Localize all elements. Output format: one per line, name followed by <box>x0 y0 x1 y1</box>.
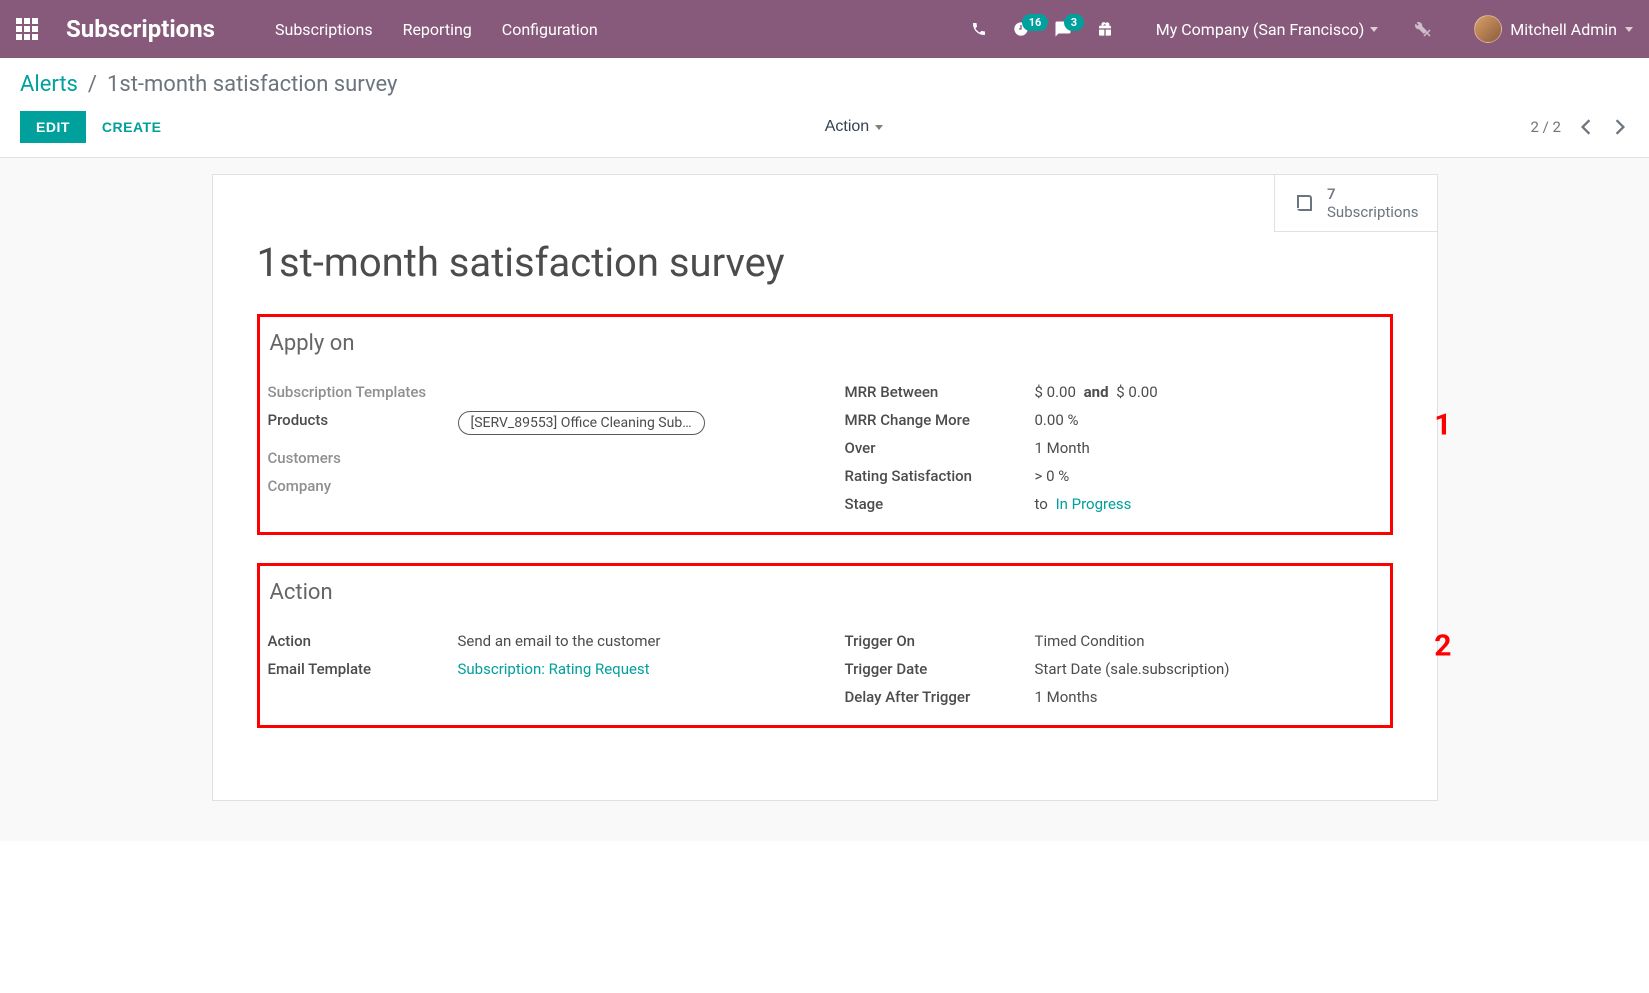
create-button[interactable]: CREATE <box>86 111 178 143</box>
label-over: Over <box>845 439 1035 457</box>
label-mrr-change-more: MRR Change More <box>845 411 1035 429</box>
value-trigger-on: Timed Condition <box>1035 632 1145 650</box>
label-action: Action <box>268 632 458 650</box>
value-trigger-date: Start Date (sale.subscription) <box>1035 660 1230 678</box>
label-rating-satisfaction: Rating Satisfaction <box>845 467 1035 485</box>
breadcrumb-current: 1st-month satisfaction survey <box>107 72 397 97</box>
breadcrumb-parent[interactable]: Alerts <box>20 72 78 97</box>
company-name: My Company (San Francisco) <box>1156 20 1365 39</box>
label-products: Products <box>268 411 458 429</box>
book-icon <box>1293 191 1317 215</box>
pager-previous[interactable] <box>1577 115 1595 139</box>
label-customers: Customers <box>268 449 458 467</box>
stat-count: 7 <box>1327 185 1418 203</box>
form-view-wrap: 7 Subscriptions 1st-month satisfaction s… <box>0 158 1649 841</box>
label-stage: Stage <box>845 495 1035 513</box>
gift-icon[interactable] <box>1096 20 1114 38</box>
section-title-action: Action <box>268 580 1382 605</box>
stat-subscriptions-button[interactable]: 7 Subscriptions <box>1274 175 1436 232</box>
debug-icon[interactable] <box>1414 20 1432 38</box>
pager-next[interactable] <box>1611 115 1629 139</box>
email-template-link[interactable]: Subscription: Rating Request <box>458 660 650 678</box>
label-company: Company <box>268 477 458 495</box>
main-menu: Subscriptions Reporting Configuration <box>275 20 598 39</box>
action-dropdown[interactable]: Action <box>825 118 883 136</box>
value-delay-after-trigger: 1 Months <box>1035 688 1098 706</box>
edit-button[interactable]: EDIT <box>20 111 86 143</box>
label-subscription-templates: Subscription Templates <box>268 383 458 401</box>
label-email-template: Email Template <box>268 660 458 678</box>
menu-configuration[interactable]: Configuration <box>502 20 598 39</box>
form-sheet: 7 Subscriptions 1st-month satisfaction s… <box>212 174 1438 801</box>
label-trigger-on: Trigger On <box>845 632 1035 650</box>
control-panel: Alerts / 1st-month satisfaction survey E… <box>0 58 1649 158</box>
brand-title[interactable]: Subscriptions <box>66 15 215 43</box>
menu-reporting[interactable]: Reporting <box>403 20 472 39</box>
value-mrr-change-more: 0.00 % <box>1035 411 1079 429</box>
top-navbar: Subscriptions Subscriptions Reporting Co… <box>0 0 1649 58</box>
phone-icon[interactable] <box>970 20 988 38</box>
label-delay-after-trigger: Delay After Trigger <box>845 688 1035 706</box>
company-switcher[interactable]: My Company (San Francisco) <box>1156 20 1379 39</box>
stage-link[interactable]: In Progress <box>1056 495 1132 513</box>
label-trigger-date: Trigger Date <box>845 660 1035 678</box>
pager-value[interactable]: 2 / 2 <box>1531 118 1562 136</box>
action-label: Action <box>825 118 869 136</box>
value-stage: to In Progress <box>1035 495 1132 513</box>
annotation-2: 2 <box>1434 628 1451 663</box>
action-section: 2 Action Action Send an email to the cus… <box>257 563 1393 728</box>
stat-label: Subscriptions <box>1327 203 1418 221</box>
product-tag[interactable]: [SERV_89553] Office Cleaning Sub… <box>458 411 705 435</box>
activities-badge: 16 <box>1022 14 1049 31</box>
chevron-down-icon <box>875 125 883 130</box>
discuss-badge: 3 <box>1064 14 1084 31</box>
value-rating-satisfaction: > 0 % <box>1035 467 1070 485</box>
annotation-1: 1 <box>1434 407 1451 442</box>
user-menu[interactable]: Mitchell Admin <box>1474 15 1633 43</box>
breadcrumb: Alerts / 1st-month satisfaction survey <box>20 72 1629 97</box>
pager: 2 / 2 <box>1531 115 1630 139</box>
systray: 16 3 My Company (San Francisco) Mitchell… <box>970 15 1633 43</box>
avatar <box>1474 15 1502 43</box>
breadcrumb-separator: / <box>88 72 97 97</box>
apply-on-section: 1 Apply on Subscription Templates Produc… <box>257 314 1393 535</box>
value-over: 1 Month <box>1035 439 1090 457</box>
label-mrr-between: MRR Between <box>845 383 1035 401</box>
activities-icon[interactable]: 16 <box>1012 20 1030 38</box>
apps-menu-icon[interactable] <box>16 18 38 40</box>
value-mrr-between: $ 0.00 and $ 0.00 <box>1035 383 1158 401</box>
chevron-down-icon <box>1625 27 1633 32</box>
menu-subscriptions[interactable]: Subscriptions <box>275 20 373 39</box>
section-title-apply-on: Apply on <box>268 331 1382 356</box>
chevron-down-icon <box>1370 27 1378 32</box>
value-action: Send an email to the customer <box>458 632 661 650</box>
record-title: 1st-month satisfaction survey <box>257 239 1393 286</box>
user-name: Mitchell Admin <box>1510 20 1617 39</box>
discuss-icon[interactable]: 3 <box>1054 20 1072 38</box>
